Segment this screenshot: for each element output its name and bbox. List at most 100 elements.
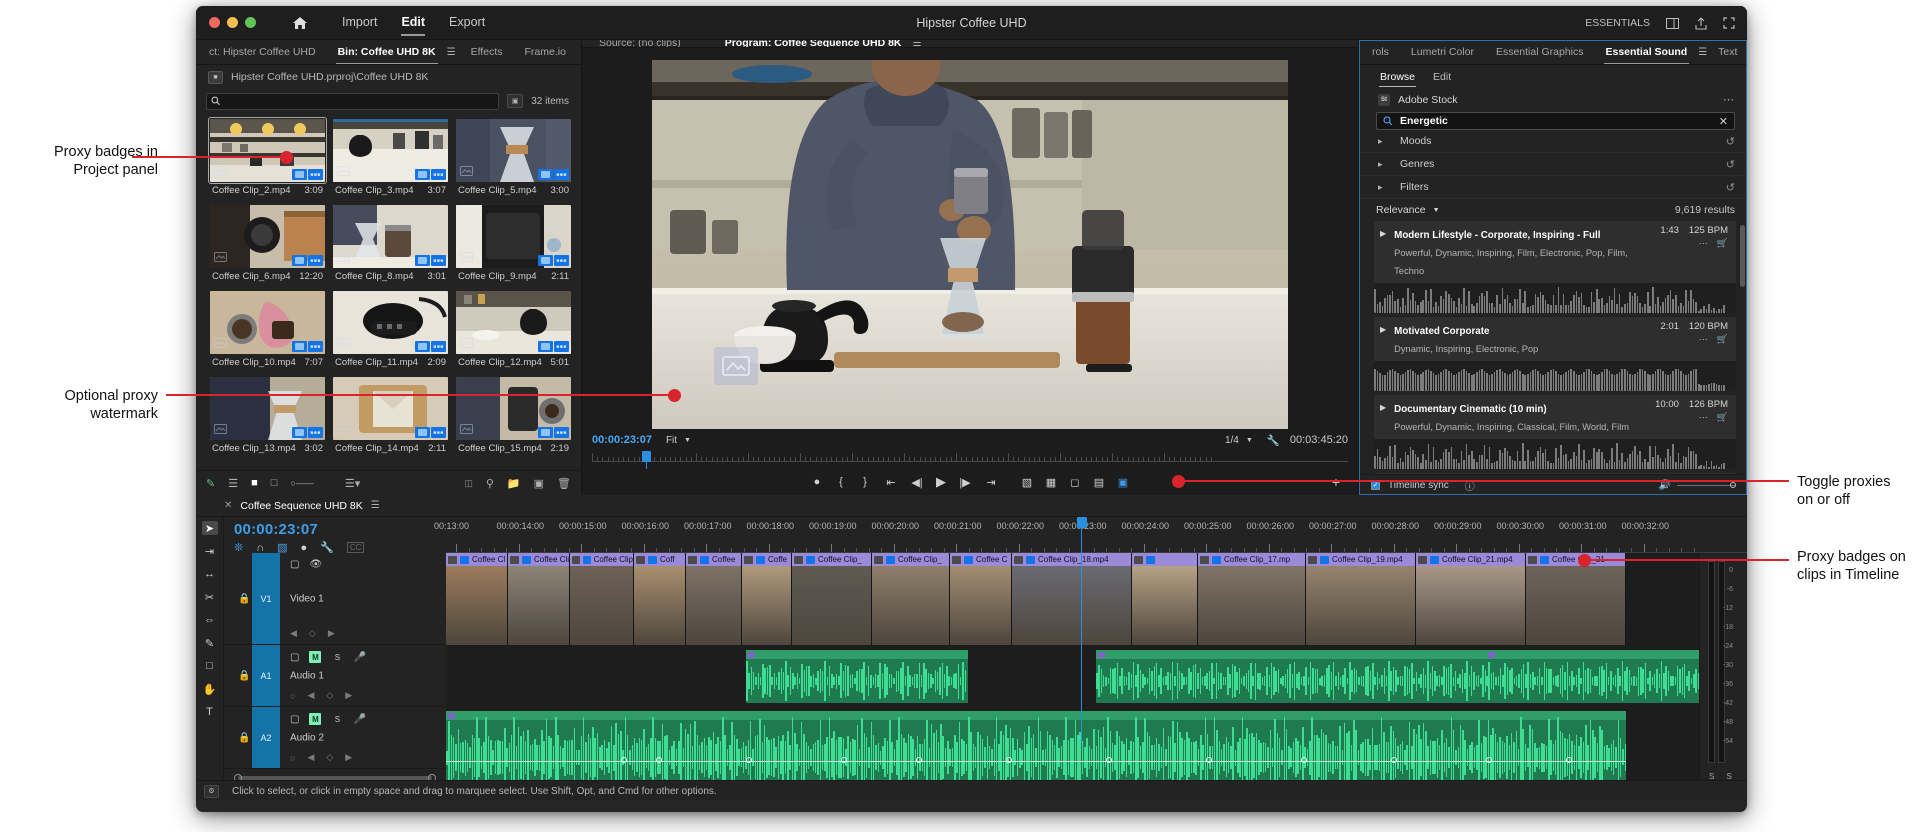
- window-controls[interactable]: [209, 17, 256, 28]
- clip-label-bar[interactable]: Coffee: [686, 553, 741, 566]
- clip-label-bar[interactable]: Coffee Clip_17.mp: [1198, 553, 1305, 566]
- linked-selection-icon[interactable]: ∩: [256, 542, 264, 554]
- tab-libraries[interactable]: Libra:: [577, 40, 581, 65]
- ripple-edit-tool-icon[interactable]: ↔: [202, 567, 218, 581]
- type-tool-icon[interactable]: T: [202, 705, 218, 719]
- clip-thumbnail[interactable]: ■■■: [210, 119, 325, 182]
- track-number-v1[interactable]: V1: [252, 553, 280, 644]
- zoom-handle-left[interactable]: [234, 774, 242, 780]
- play-stop-icon[interactable]: ▶: [929, 471, 953, 493]
- sort-icon[interactable]: ☰▾: [345, 477, 360, 490]
- close-window-button[interactable]: [209, 17, 220, 28]
- clip-thumbnail[interactable]: ■■■: [333, 205, 448, 268]
- prev-keyframe-icon[interactable]: ◀: [307, 690, 314, 701]
- timeline-audio-clip[interactable]: [1096, 650, 1516, 703]
- stock-track-item[interactable]: ▶Motivated CorporateDynamic, Inspiring, …: [1374, 317, 1736, 391]
- maximize-window-button[interactable]: [245, 17, 256, 28]
- volume-keyframe[interactable]: [1106, 757, 1112, 763]
- rectangle-tool-icon[interactable]: □: [202, 659, 218, 673]
- clip-label-bar[interactable]: Coffee Clip_18.mp4: [1012, 553, 1131, 566]
- tab-project[interactable]: ct: Hipster Coffee UHD: [198, 40, 327, 65]
- clip-label-bar[interactable]: Coffee Clip_: [872, 553, 949, 566]
- a2-top-controls[interactable]: ▢ M S 🎤: [290, 713, 366, 725]
- step-forward-icon[interactable]: |▶: [953, 471, 977, 493]
- track-waveform[interactable]: [1374, 361, 1736, 391]
- stock-track-item[interactable]: ▶Documentary Cinematic (10 min)Powerful,…: [1374, 395, 1736, 469]
- menu-edit[interactable]: Edit: [389, 11, 437, 35]
- track-waveform[interactable]: [1374, 283, 1736, 313]
- mute-track-button[interactable]: M: [309, 651, 321, 663]
- tab-essential-graphics[interactable]: Essential Graphics: [1485, 40, 1595, 65]
- clip-thumbnail[interactable]: ■■■: [210, 205, 325, 268]
- monitor-scrubber[interactable]: [582, 451, 1358, 469]
- hand-tool-icon[interactable]: ✋: [202, 682, 218, 696]
- monitor-playhead[interactable]: [642, 451, 651, 462]
- sort-select[interactable]: Relevance: [1376, 204, 1426, 216]
- share-icon[interactable]: [1695, 17, 1707, 30]
- sequence-tab-label[interactable]: Coffee Sequence UHD 8K: [240, 500, 362, 512]
- next-keyframe-icon[interactable]: ▶: [345, 752, 352, 763]
- clip-label-bar[interactable]: Coffe: [742, 553, 791, 566]
- clip-label-bar[interactable]: Coff: [634, 553, 685, 566]
- project-clip-item[interactable]: ■■■Coffee Clip_5.mp43:00: [456, 119, 571, 201]
- freeform-view-icon[interactable]: □: [271, 477, 278, 489]
- timeline-video-clip[interactable]: [1132, 553, 1198, 645]
- add-marker-icon[interactable]: ●: [805, 471, 829, 493]
- track-actions[interactable]: ⋯🛒: [1660, 333, 1728, 345]
- volume-keyframe[interactable]: [656, 757, 662, 763]
- timeline-video-clip[interactable]: Coff: [634, 553, 686, 645]
- track-header-a1[interactable]: 🔒 A1 ▢ M S 🎤 Audio 1 ○ ◀: [224, 645, 446, 707]
- timeline-ruler[interactable]: 00:13:0000:00:14:0000:00:15:0000:00:16:0…: [446, 517, 1747, 553]
- track-number-a1[interactable]: A1: [252, 645, 280, 706]
- list-view-icon[interactable]: ☰: [228, 477, 238, 490]
- workspace-label[interactable]: ESSENTIALS: [1585, 17, 1650, 29]
- timeline-display-settings-icon[interactable]: ⚙: [204, 785, 219, 798]
- project-clip-item[interactable]: ■■■Coffee Clip_2.mp43:09: [210, 119, 325, 201]
- target-track-icon[interactable]: ▢: [290, 714, 299, 725]
- tab-bin-coffee-uhd-8k[interactable]: Bin: Coffee UHD 8K: [327, 40, 447, 65]
- pen-tool-icon[interactable]: ✎: [202, 636, 218, 650]
- add-keyframe-icon[interactable]: ◇: [326, 690, 333, 701]
- timeline-panel-menu-icon[interactable]: ☰: [371, 500, 380, 511]
- home-icon[interactable]: [292, 16, 308, 30]
- panel-menu-icon[interactable]: ☰: [447, 47, 456, 58]
- clip-thumbnail[interactable]: ■■■: [333, 291, 448, 354]
- track-select-tool-icon[interactable]: ⇥: [202, 544, 218, 558]
- extract-icon[interactable]: ▦: [1039, 471, 1063, 493]
- volume-keyframe[interactable]: [916, 757, 922, 763]
- toggle-track-output-icon[interactable]: 👁: [309, 559, 322, 570]
- timeline-playhead-timecode[interactable]: 00:00:23:07: [234, 521, 446, 538]
- track-list-scrollbar[interactable]: [1740, 225, 1745, 287]
- target-track-icon[interactable]: ▢: [290, 652, 299, 663]
- timeline-video-clip[interactable]: Coffee Clip_: [872, 553, 950, 645]
- lock-track-icon[interactable]: 🔒: [238, 732, 250, 743]
- timeline-video-clip[interactable]: Coffee Cl: [446, 553, 508, 645]
- essential-sound-menu-icon[interactable]: ☰: [1698, 47, 1707, 58]
- track-actions[interactable]: ⋯🛒: [1660, 237, 1728, 249]
- volume-keyframe[interactable]: [1566, 757, 1572, 763]
- track-header[interactable]: ▶Upbeat Energetic Dance PopPowerful, Dyn…: [1374, 473, 1736, 474]
- play-preview-icon[interactable]: ▶: [1380, 403, 1386, 412]
- timeline-video-clip[interactable]: Coffee Clip_: [792, 553, 872, 645]
- volume-keyframe[interactable]: [1486, 757, 1492, 763]
- track-number-a2[interactable]: A2: [252, 707, 280, 768]
- search-input[interactable]: [225, 96, 499, 107]
- stock-track-list[interactable]: ▶Modern Lifestyle - Corporate, Inspiring…: [1359, 221, 1747, 474]
- essential-sound-subtabs[interactable]: Browse Edit: [1359, 65, 1747, 89]
- timeline-zoom-scrollbar[interactable]: [224, 769, 446, 780]
- settings-wrench-icon[interactable]: 🔧: [1267, 434, 1280, 447]
- playback-resolution-select[interactable]: 1/4 ▼: [1221, 434, 1257, 447]
- track-header[interactable]: ▶Motivated CorporateDynamic, Inspiring, …: [1374, 317, 1736, 361]
- clip-label-bar[interactable]: Coffee Cl: [446, 553, 507, 566]
- marker-icon[interactable]: ●: [301, 542, 308, 554]
- new-item-icon[interactable]: ▣: [534, 477, 544, 490]
- timeline-clip-area[interactable]: Coffee ClCoffee CliCoffee ClipCoffCoffee…: [446, 553, 1699, 780]
- clear-search-icon[interactable]: ✕: [1719, 115, 1728, 128]
- timeline-video-clip[interactable]: Coffee Clip_19.mp4: [1306, 553, 1416, 645]
- tab-effect-controls[interactable]: rols: [1361, 40, 1400, 65]
- lock-track-icon[interactable]: 🔒: [238, 670, 250, 681]
- project-thumbnail-grid[interactable]: ■■■Coffee Clip_2.mp43:09■■■Coffee Clip_3…: [196, 113, 581, 470]
- menu-export[interactable]: Export: [437, 11, 497, 35]
- lift-icon[interactable]: ▧: [1015, 471, 1039, 493]
- right-panel-tabs[interactable]: rols Lumetri Color Essential Graphics Es…: [1359, 40, 1747, 65]
